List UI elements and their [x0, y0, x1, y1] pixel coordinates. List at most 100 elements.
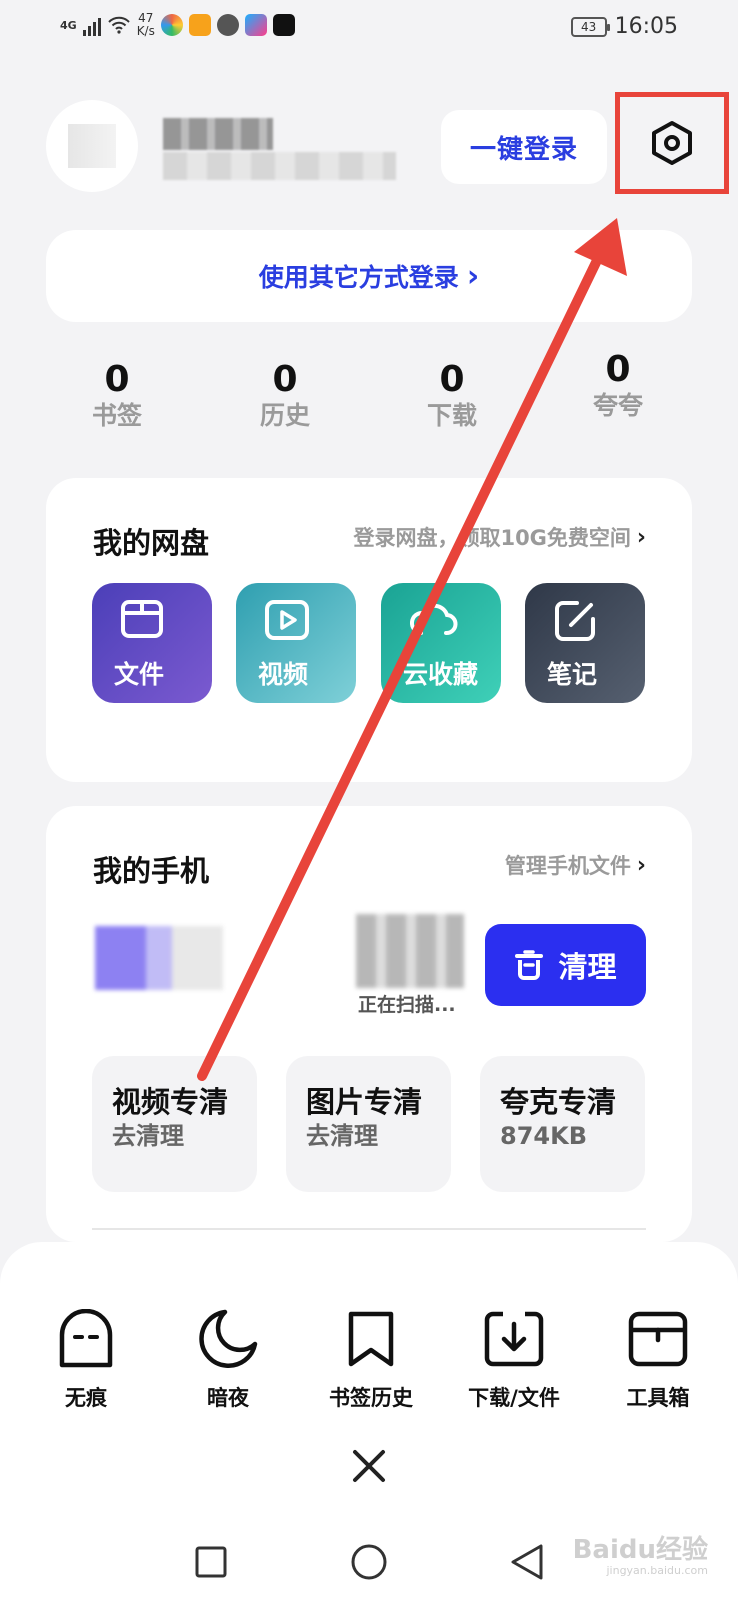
username-redacted: [163, 118, 273, 150]
chevron-right-icon: ›: [636, 852, 646, 878]
tile-label: 笔记: [547, 660, 598, 689]
manage-phone-files-link[interactable]: 管理手机文件 ›: [505, 850, 646, 880]
avatar[interactable]: [46, 100, 138, 192]
hexagon-gear-icon: [652, 121, 692, 165]
menu-label: 工具箱: [626, 1386, 690, 1410]
play-icon: [265, 600, 309, 640]
quark-clean-tile[interactable]: 夸克专清 874KB: [480, 1056, 645, 1192]
folder-icon: [121, 600, 163, 638]
clean-label: 清理: [558, 950, 617, 984]
storage-info-redacted: [356, 914, 464, 988]
stat-label: 历史: [259, 401, 310, 430]
baidu-watermark: Baidu经验 jingyan.baidu.com: [573, 1536, 708, 1578]
trash-icon: [515, 950, 544, 980]
menu-label: 下载/文件: [468, 1386, 560, 1410]
app-icon-3: [216, 14, 239, 36]
stat-history[interactable]: 0 历史: [225, 360, 345, 432]
other-login-button[interactable]: 使用其它方式登录 ›: [46, 230, 692, 322]
watermark-sub: jingyan.baidu.com: [606, 1564, 708, 1577]
recents-button[interactable]: [187, 1538, 235, 1586]
divider: [92, 1228, 646, 1230]
tiktok-icon: [272, 14, 295, 36]
close-menu-button[interactable]: [345, 1442, 393, 1490]
stat-downloads[interactable]: 0 下载: [392, 360, 512, 432]
menu-toolbox[interactable]: 工具箱: [588, 1308, 728, 1412]
stat-bookmarks[interactable]: 0 书签: [57, 360, 177, 432]
tile-cloud-favorites[interactable]: 云收藏: [381, 583, 501, 703]
menu-night-mode[interactable]: 暗夜: [158, 1308, 298, 1412]
scanning-status: 正在扫描...: [358, 994, 456, 1016]
tile-notes[interactable]: 笔记: [525, 583, 645, 703]
chevron-right-icon: ›: [636, 524, 646, 550]
square-recent-icon: [195, 1546, 227, 1578]
cloud-icon: [410, 603, 458, 635]
stat-label: 下载: [426, 401, 477, 430]
other-login-label: 使用其它方式登录: [258, 263, 459, 292]
image-clean-tile[interactable]: 图片专清 去清理: [286, 1056, 451, 1192]
app-icon-2: [188, 14, 211, 36]
one-click-login-button[interactable]: 一键登录: [441, 110, 607, 184]
moon-icon: [199, 1309, 258, 1369]
clean-button[interactable]: 清理: [485, 924, 646, 1006]
net-speed-value: 47: [138, 11, 154, 25]
net-speed: 47 K/s: [137, 12, 155, 38]
storage-chart-redacted: [95, 926, 223, 990]
user-subtitle-redacted: [163, 152, 396, 180]
edit-icon: [555, 601, 595, 641]
home-button[interactable]: [345, 1538, 393, 1586]
tile-value: 去清理: [112, 1122, 184, 1150]
bottom-menu-sheet: 无痕 暗夜 书签历史 下载/文件 工具箱 Baidu经验 jingyan.bai…: [0, 1242, 738, 1600]
network-type: 4G: [60, 18, 77, 32]
stat-praise[interactable]: 0 夸夸: [558, 350, 678, 422]
close-icon: [353, 1450, 385, 1482]
wifi-icon: [107, 16, 130, 34]
status-bar: 4G 47 K/s 43 16:05: [0, 0, 738, 56]
tile-video[interactable]: 视频: [236, 583, 356, 703]
tile-label: 视频: [258, 660, 309, 689]
triangle-back-icon: [511, 1544, 543, 1580]
tile-label: 文件: [114, 660, 165, 689]
chevron-right-icon: ›: [466, 258, 480, 294]
menu-label: 暗夜: [207, 1386, 249, 1410]
stat-label: 夸夸: [592, 391, 643, 420]
signal-icon: [82, 14, 101, 36]
cloud-drive-title: 我的网盘: [93, 526, 210, 560]
tile-value: 去清理: [306, 1122, 378, 1150]
status-left: 4G 47 K/s: [60, 12, 295, 38]
stat-count: 0: [104, 359, 130, 400]
app-icon-1: [160, 14, 183, 36]
video-clean-tile[interactable]: 视频专清 去清理: [92, 1056, 257, 1192]
clock: 16:05: [614, 14, 678, 39]
cloud-drive-login-link[interactable]: 登录网盘，领取10G免费空间 ›: [353, 522, 646, 552]
watermark-text: Baidu经验: [572, 1535, 708, 1565]
menu-downloads-files[interactable]: 下载/文件: [444, 1308, 584, 1412]
settings-button[interactable]: [615, 92, 729, 194]
my-phone-title: 我的手机: [93, 854, 210, 888]
stat-count: 0: [605, 349, 631, 390]
tile-title: 夸克专清: [500, 1085, 617, 1119]
menu-bookmarks-history[interactable]: 书签历史: [301, 1308, 441, 1412]
tile-label: 云收藏: [403, 660, 479, 689]
tile-title: 视频专清: [112, 1085, 229, 1119]
incognito-ghost-icon: [59, 1309, 113, 1368]
menu-incognito[interactable]: 无痕: [16, 1308, 156, 1412]
stat-count: 0: [272, 359, 298, 400]
tile-files[interactable]: 文件: [92, 583, 212, 703]
bookmark-icon: [348, 1311, 394, 1367]
cloud-drive-link-text: 登录网盘，领取10G免费空间: [353, 526, 631, 550]
menu-label: 无痕: [65, 1386, 107, 1410]
toolbox-icon: [628, 1311, 688, 1367]
download-icon: [484, 1311, 544, 1367]
back-button[interactable]: [503, 1538, 551, 1586]
menu-label: 书签历史: [329, 1386, 413, 1410]
app-icon-4: [244, 14, 267, 36]
tile-title: 图片专清: [306, 1085, 423, 1119]
battery-icon: 43: [570, 16, 610, 37]
stat-count: 0: [439, 359, 465, 400]
net-speed-unit: K/s: [136, 24, 155, 38]
status-right: 43 16:05: [570, 14, 678, 39]
manage-files-text: 管理手机文件: [504, 854, 631, 878]
stat-label: 书签: [91, 401, 142, 430]
tile-value: 874KB: [500, 1122, 587, 1150]
circle-home-icon: [351, 1544, 387, 1580]
